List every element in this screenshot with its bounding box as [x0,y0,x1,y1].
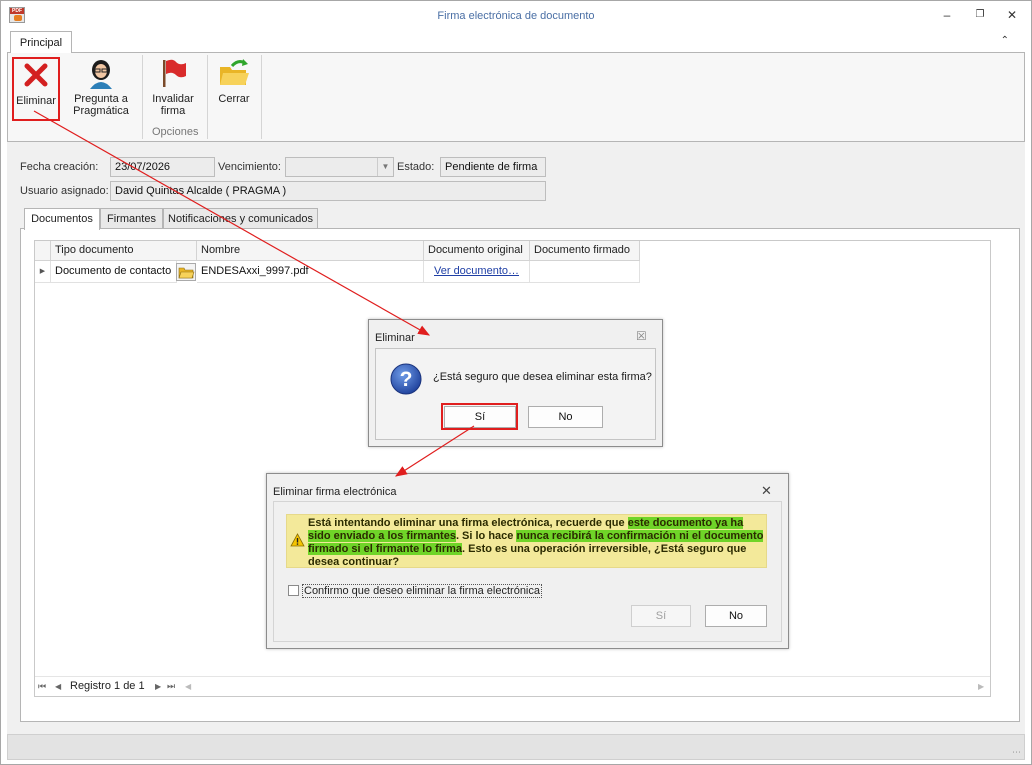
prev-record-icon[interactable]: ◀ [55,677,61,696]
warning-text-3: . Si lo hace [455,530,517,542]
cerrar-label: Cerrar [218,93,250,105]
last-record-icon[interactable]: ⏭ [167,677,175,696]
ver-documento-link[interactable]: Ver documento… [434,265,519,277]
status-bar: ⋯ [7,734,1025,760]
next-record-icon[interactable]: ▶ [155,677,161,696]
cell-tipo[interactable]: Documento de contacto [51,261,177,283]
question-icon: ? [390,363,422,398]
warning-yes-button[interactable]: Sí [631,605,691,627]
ribbon-collapse-icon[interactable]: ⌃ [1001,35,1009,46]
column-header-nombre[interactable]: Nombre [197,241,424,261]
ribbon-separator [261,55,262,139]
confirm-dialog-message: ¿Está seguro que desea eliminar esta fir… [433,371,652,383]
annotation-highlight-box [441,403,518,430]
tab-firmantes[interactable]: Firmantes [100,208,163,229]
warning-text-1: Está intentando eliminar una firma elect… [308,517,628,529]
scroll-right-icon[interactable]: ▶ [978,677,984,696]
ribbon-separator [207,55,208,139]
usuario-asignado-label: Usuario asignado: [20,185,109,197]
row-indicator-header [35,241,51,261]
warning-no-button[interactable]: No [705,605,767,627]
confirm-dialog-title: Eliminar [375,332,415,344]
cell-original[interactable]: Ver documento… [424,261,530,283]
invalidar-label-1: Invalidar [152,93,194,105]
confirm-dialog-body: ? ¿Está seguro que desea eliminar esta f… [375,348,656,440]
column-header-tipo[interactable]: Tipo documento [51,241,197,261]
minimize-icon[interactable]: – [939,7,955,23]
invalidar-label-2: firma [160,105,186,117]
first-record-icon[interactable]: ⏮ [38,677,46,696]
red-flag-icon [157,57,189,89]
fecha-creacion-label: Fecha creación: [20,161,99,173]
fecha-creacion-field[interactable]: 23/07/2026 [110,157,215,177]
pregunta-label-2: Pragmática [73,105,129,117]
confirm-dialog-close-icon[interactable]: ☒ [636,329,647,343]
ribbon-tab-principal[interactable]: Principal [10,31,72,53]
folder-browse-icon[interactable] [176,263,196,281]
eliminar-label: Eliminar [16,95,56,107]
vencimiento-label: Vencimiento: [218,161,281,173]
warning-dialog-close-icon[interactable]: ✕ [761,483,772,499]
confirm-dialog: Eliminar ☒ ? ¿Está seguro que desea elim… [368,319,663,447]
cerrar-button[interactable]: Cerrar [211,57,257,121]
warning-triangle-icon [290,533,305,550]
invalidar-firma-button[interactable]: Invalidar firma [146,57,200,121]
cell-nombre[interactable]: ENDESAxxi_9997.pdf [197,261,424,283]
warning-message-box: Está intentando eliminar una firma elect… [286,514,767,568]
tab-documentos[interactable]: Documentos [24,208,100,230]
usuario-asignado-field[interactable]: David Quintas Alcalde ( PRAGMA ) [110,181,546,201]
row-indicator-icon: ▶ [35,261,51,283]
close-window-icon[interactable]: ✕ [1004,7,1020,23]
pregunta-label-1: Pregunta a [74,93,128,105]
grid-pager: ⏮ ◀ Registro 1 de 1 ▶ ⏭ ◀ ▶ [35,676,990,696]
pager-text: Registro 1 de 1 [70,680,145,692]
ribbon-separator [142,55,143,139]
tab-notificaciones[interactable]: Notificaciones y comunicados [163,208,318,229]
support-agent-icon [85,57,117,89]
title-bar: PDF Firma electrónica de documento – ❐ ✕ [1,1,1031,31]
column-header-original[interactable]: Documento original [424,241,530,261]
chevron-down-icon[interactable]: ▼ [377,158,393,176]
svg-text:?: ? [400,368,413,391]
estado-label: Estado: [397,161,435,173]
ribbon-group-opciones: Opciones [152,126,199,138]
confirm-no-button[interactable]: No [528,406,603,428]
vencimiento-combo[interactable]: ▼ [285,157,394,177]
window-title: Firma electrónica de documento [437,10,595,22]
cell-firmado[interactable] [530,261,640,283]
warning-dialog-title: Eliminar firma electrónica [273,486,397,498]
ribbon-panel: Eliminar Pregunta a Pragmática Invalidar… [7,52,1025,142]
estado-field[interactable]: Pendiente de firma [440,157,546,177]
warning-message: Está intentando eliminar una firma elect… [308,517,766,569]
confirm-delete-checkbox[interactable] [288,585,299,596]
confirm-delete-checkbox-label[interactable]: Confirmo que deseo eliminar la firma ele… [302,584,542,598]
eliminar-button[interactable]: Eliminar [12,57,60,121]
pregunta-pragmatica-button[interactable]: Pregunta a Pragmática [68,57,134,121]
warning-dialog: Eliminar firma electrónica ✕ Está intent… [266,473,789,649]
restore-icon[interactable]: ❐ [972,7,988,23]
scroll-left-icon[interactable]: ◀ [185,677,191,696]
red-x-icon [20,59,52,91]
resize-grip-icon[interactable]: ⋯ [1012,747,1021,758]
open-folder-icon [218,57,250,89]
column-header-firmado[interactable]: Documento firmado [530,241,640,261]
